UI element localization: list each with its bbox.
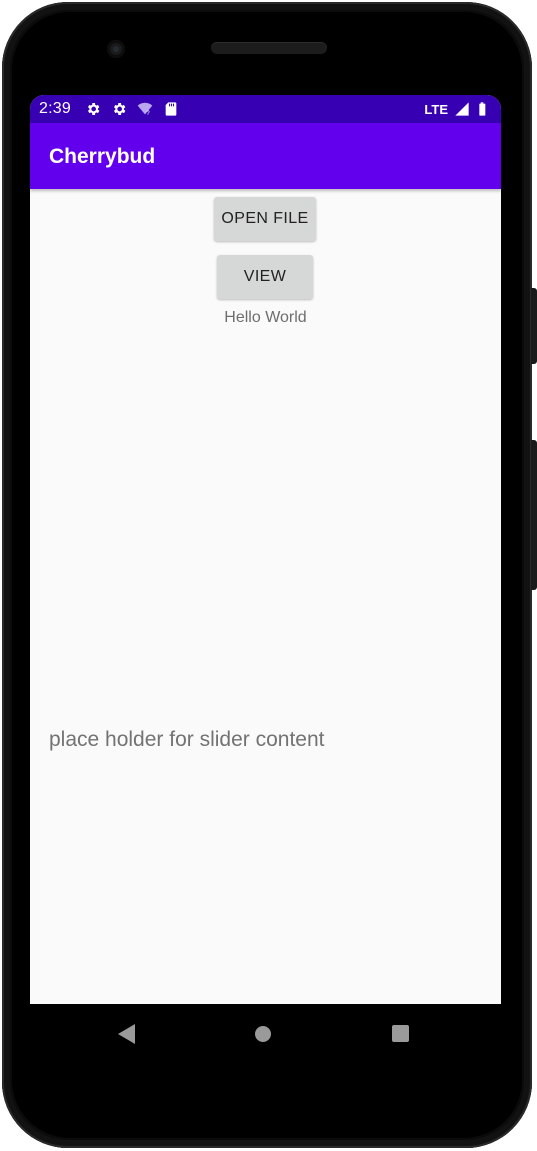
notification-icons: ? bbox=[85, 101, 179, 117]
earpiece-speaker bbox=[211, 42, 327, 54]
status-time: 2:39 bbox=[39, 100, 71, 117]
front-camera bbox=[107, 40, 125, 58]
slider-placeholder-text: place holder for slider content bbox=[49, 728, 325, 751]
volume-button[interactable] bbox=[531, 440, 537, 590]
sd-card-icon bbox=[165, 102, 177, 116]
screen: 2:39 ? LTE Cherrybud OPEN FILE VIEW Hell… bbox=[30, 95, 501, 1004]
app-title: Cherrybud bbox=[49, 145, 156, 168]
svg-text:?: ? bbox=[146, 111, 150, 117]
network-type: LTE bbox=[424, 101, 448, 117]
open-file-button[interactable]: OPEN FILE bbox=[214, 197, 316, 241]
power-button[interactable] bbox=[531, 288, 537, 364]
wifi-question-icon: ? bbox=[137, 102, 153, 117]
system-status-icons: LTE bbox=[424, 101, 492, 117]
status-bar: 2:39 ? LTE bbox=[30, 95, 501, 123]
battery-icon bbox=[479, 102, 486, 116]
home-icon[interactable] bbox=[255, 1026, 271, 1042]
signal-icon bbox=[455, 102, 469, 116]
app-bar: Cherrybud bbox=[30, 123, 501, 189]
back-icon[interactable] bbox=[118, 1024, 136, 1044]
navigation-bar bbox=[30, 1004, 501, 1064]
settings-icon bbox=[88, 103, 100, 115]
hello-text: Hello World bbox=[224, 309, 307, 326]
view-button[interactable]: VIEW bbox=[217, 255, 313, 299]
settings-icon bbox=[114, 103, 126, 115]
recents-icon[interactable] bbox=[392, 1025, 409, 1042]
